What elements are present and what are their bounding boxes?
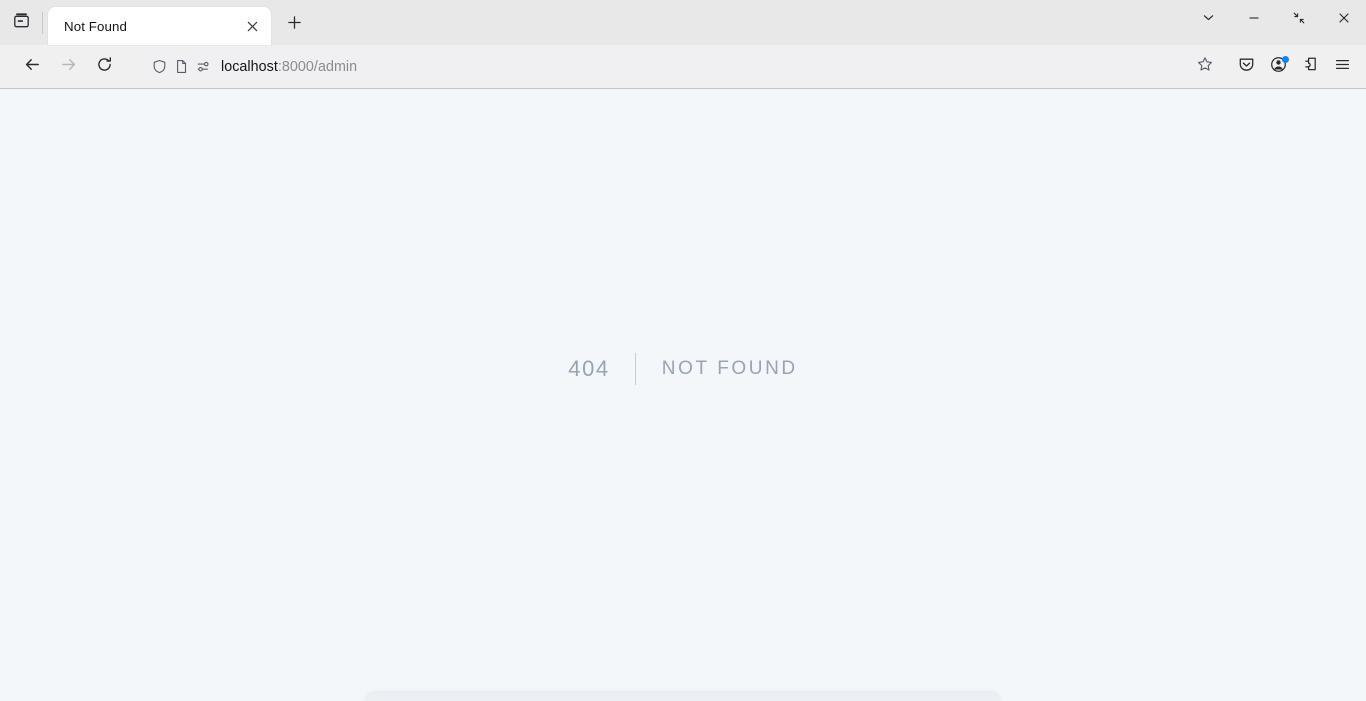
back-button[interactable]: [16, 51, 48, 83]
minimize-button[interactable]: [1231, 0, 1276, 40]
app-menu-button[interactable]: [1326, 51, 1358, 83]
bottom-panel-edge: [365, 693, 1000, 701]
close-window-button[interactable]: [1321, 0, 1366, 40]
extensions-icon: [1302, 56, 1319, 78]
error-content: 404 NOT FOUND: [568, 353, 798, 385]
restore-button[interactable]: [1276, 0, 1321, 40]
account-button[interactable]: [1262, 51, 1294, 83]
window-controls: [1186, 0, 1366, 40]
tab-not-found[interactable]: Not Found: [48, 7, 271, 45]
page-viewport: 404 NOT FOUND: [0, 89, 1366, 701]
firefox-view-icon: [13, 12, 30, 34]
chevron-down-icon: [1202, 11, 1215, 29]
star-icon: [1197, 56, 1213, 77]
forward-button: [52, 51, 84, 83]
url-path: :8000/admin: [277, 58, 358, 75]
bookmark-button[interactable]: [1190, 53, 1220, 81]
tab-strip: Not Found: [0, 0, 1366, 45]
hamburger-menu-icon: [1334, 56, 1351, 78]
restore-down-icon: [1293, 11, 1305, 29]
close-icon: [1338, 11, 1350, 29]
reload-icon: [96, 56, 113, 78]
tab-close-button[interactable]: [241, 15, 263, 37]
navigation-toolbar: localhost:8000/admin: [0, 45, 1366, 89]
shield-icon[interactable]: [148, 55, 170, 79]
new-tab-button[interactable]: [279, 10, 309, 40]
firefox-view-button[interactable]: [4, 8, 38, 38]
error-message: NOT FOUND: [661, 358, 798, 379]
account-notification-badge: [1282, 55, 1289, 63]
reload-button[interactable]: [88, 51, 120, 83]
extensions-button[interactable]: [1294, 51, 1326, 83]
browser-window: Not Found localhost:8000/admin 404 NOT F…: [0, 0, 1366, 701]
url-host: localhost: [221, 58, 278, 75]
pocket-icon: [1238, 56, 1255, 78]
site-permissions-icon[interactable]: [192, 55, 214, 79]
error-code: 404: [568, 356, 610, 381]
tab-list-button[interactable]: [1186, 0, 1231, 40]
forward-arrow-icon: [60, 56, 77, 78]
url-bar[interactable]: localhost:8000/admin: [138, 50, 1224, 83]
back-arrow-icon: [24, 56, 41, 78]
error-divider: [634, 353, 636, 385]
tab-title: Not Found: [64, 18, 127, 34]
url-text[interactable]: localhost:8000/admin: [221, 59, 1190, 75]
page-info-icon[interactable]: [170, 55, 192, 79]
plus-icon: [287, 15, 302, 35]
minimize-icon: [1248, 11, 1260, 29]
toolbar-separator: [42, 12, 43, 34]
error-page: 404 NOT FOUND: [0, 89, 1366, 701]
pocket-button[interactable]: [1230, 51, 1262, 83]
